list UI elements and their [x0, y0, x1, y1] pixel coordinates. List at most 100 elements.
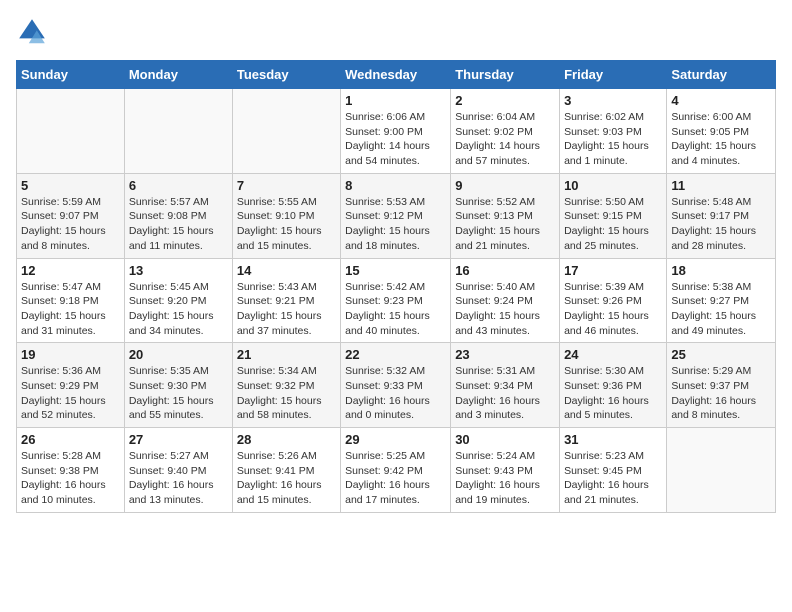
- day-number: 22: [345, 347, 446, 362]
- day-number: 1: [345, 93, 446, 108]
- day-info: Sunrise: 5:47 AMSunset: 9:18 PMDaylight:…: [21, 280, 120, 339]
- day-number: 30: [455, 432, 555, 447]
- calendar-cell: [667, 428, 776, 513]
- day-number: 25: [671, 347, 771, 362]
- calendar-cell: 8Sunrise: 5:53 AMSunset: 9:12 PMDaylight…: [341, 173, 451, 258]
- day-info: Sunrise: 5:59 AMSunset: 9:07 PMDaylight:…: [21, 195, 120, 254]
- day-info: Sunrise: 5:30 AMSunset: 9:36 PMDaylight:…: [564, 364, 662, 423]
- day-number: 19: [21, 347, 120, 362]
- day-info: Sunrise: 5:53 AMSunset: 9:12 PMDaylight:…: [345, 195, 446, 254]
- day-info: Sunrise: 5:50 AMSunset: 9:15 PMDaylight:…: [564, 195, 662, 254]
- calendar-cell: 14Sunrise: 5:43 AMSunset: 9:21 PMDayligh…: [232, 258, 340, 343]
- day-info: Sunrise: 5:29 AMSunset: 9:37 PMDaylight:…: [671, 364, 771, 423]
- calendar-cell: 30 Sunrise: 5:24 AMSunset: 9:43 PMDayligh…: [451, 428, 560, 513]
- calendar-cell: 25 Sunrise: 5:29 AMSunset: 9:37 PMDayligh…: [667, 343, 776, 428]
- calendar-cell: 12 Sunrise: 5:47 AMSunset: 9:18 PMDayligh…: [17, 258, 125, 343]
- calendar-cell: 31 Sunrise: 5:23 AMSunset: 9:45 PMDayligh…: [560, 428, 667, 513]
- day-number: 23: [455, 347, 555, 362]
- page-header: [16, 16, 776, 48]
- calendar-week-2: 5 Sunrise: 5:59 AMSunset: 9:07 PMDaylight…: [17, 173, 776, 258]
- calendar-week-1: 1Sunrise: 6:06 AMSunset: 9:00 PMDaylight…: [17, 89, 776, 174]
- day-number: 2: [455, 93, 555, 108]
- day-number: 9: [455, 178, 555, 193]
- calendar-cell: 27Sunrise: 5:27 AMSunset: 9:40 PMDayligh…: [124, 428, 232, 513]
- calendar-cell: 15 Sunrise: 5:42 AMSunset: 9:23 PMDayligh…: [341, 258, 451, 343]
- day-number: 20: [129, 347, 228, 362]
- calendar-table: SundayMondayTuesdayWednesdayThursdayFrid…: [16, 60, 776, 513]
- day-number: 29: [345, 432, 446, 447]
- calendar-cell: 22Sunrise: 5:32 AMSunset: 9:33 PMDayligh…: [341, 343, 451, 428]
- calendar-cell: 11 Sunrise: 5:48 AMSunset: 9:17 PMDayligh…: [667, 173, 776, 258]
- calendar-week-5: 26 Sunrise: 5:28 AMSunset: 9:38 PMDayligh…: [17, 428, 776, 513]
- day-number: 10: [564, 178, 662, 193]
- day-info: Sunrise: 5:34 AMSunset: 9:32 PMDaylight:…: [237, 364, 336, 423]
- day-number: 18: [671, 263, 771, 278]
- day-number: 26: [21, 432, 120, 447]
- calendar-cell: 4 Sunrise: 6:00 AMSunset: 9:05 PMDaylight…: [667, 89, 776, 174]
- day-info: Sunrise: 5:52 AMSunset: 9:13 PMDaylight:…: [455, 195, 555, 254]
- calendar-cell: [232, 89, 340, 174]
- calendar-cell: 2 Sunrise: 6:04 AMSunset: 9:02 PMDaylight…: [451, 89, 560, 174]
- day-info: Sunrise: 5:24 AMSunset: 9:43 PMDaylight:…: [455, 449, 555, 508]
- calendar-week-3: 12 Sunrise: 5:47 AMSunset: 9:18 PMDayligh…: [17, 258, 776, 343]
- day-number: 12: [21, 263, 120, 278]
- day-number: 16: [455, 263, 555, 278]
- day-number: 11: [671, 178, 771, 193]
- day-info: Sunrise: 5:55 AMSunset: 9:10 PMDaylight:…: [237, 195, 336, 254]
- day-number: 31: [564, 432, 662, 447]
- calendar-cell: 20 Sunrise: 5:35 AMSunset: 9:30 PMDayligh…: [124, 343, 232, 428]
- day-info: Sunrise: 5:48 AMSunset: 9:17 PMDaylight:…: [671, 195, 771, 254]
- day-info: Sunrise: 5:35 AMSunset: 9:30 PMDaylight:…: [129, 364, 228, 423]
- logo: [16, 16, 52, 48]
- day-info: Sunrise: 6:04 AMSunset: 9:02 PMDaylight:…: [455, 110, 555, 169]
- day-info: Sunrise: 6:02 AMSunset: 9:03 PMDaylight:…: [564, 110, 662, 169]
- calendar-cell: [124, 89, 232, 174]
- calendar-cell: 13 Sunrise: 5:45 AMSunset: 9:20 PMDayligh…: [124, 258, 232, 343]
- calendar-cell: 28 Sunrise: 5:26 AMSunset: 9:41 PMDayligh…: [232, 428, 340, 513]
- day-info: Sunrise: 5:45 AMSunset: 9:20 PMDaylight:…: [129, 280, 228, 339]
- day-info: Sunrise: 5:28 AMSunset: 9:38 PMDaylight:…: [21, 449, 120, 508]
- day-info: Sunrise: 5:27 AMSunset: 9:40 PMDaylight:…: [129, 449, 228, 508]
- day-info: Sunrise: 5:26 AMSunset: 9:41 PMDaylight:…: [237, 449, 336, 508]
- day-info: Sunrise: 5:40 AMSunset: 9:24 PMDaylight:…: [455, 280, 555, 339]
- calendar-cell: 18Sunrise: 5:38 AMSunset: 9:27 PMDayligh…: [667, 258, 776, 343]
- day-number: 17: [564, 263, 662, 278]
- logo-icon: [16, 16, 48, 48]
- day-header-sunday: Sunday: [17, 61, 125, 89]
- day-number: 15: [345, 263, 446, 278]
- calendar-cell: 29 Sunrise: 5:25 AMSunset: 9:42 PMDayligh…: [341, 428, 451, 513]
- day-header-tuesday: Tuesday: [232, 61, 340, 89]
- day-info: Sunrise: 5:42 AMSunset: 9:23 PMDaylight:…: [345, 280, 446, 339]
- calendar-cell: 6 Sunrise: 5:57 AMSunset: 9:08 PMDaylight…: [124, 173, 232, 258]
- calendar-cell: 7 Sunrise: 5:55 AMSunset: 9:10 PMDaylight…: [232, 173, 340, 258]
- day-info: Sunrise: 5:23 AMSunset: 9:45 PMDaylight:…: [564, 449, 662, 508]
- day-number: 4: [671, 93, 771, 108]
- day-number: 13: [129, 263, 228, 278]
- day-number: 6: [129, 178, 228, 193]
- day-info: Sunrise: 5:36 AMSunset: 9:29 PMDaylight:…: [21, 364, 120, 423]
- calendar-cell: [17, 89, 125, 174]
- calendar-cell: 5 Sunrise: 5:59 AMSunset: 9:07 PMDaylight…: [17, 173, 125, 258]
- calendar-cell: 10 Sunrise: 5:50 AMSunset: 9:15 PMDayligh…: [560, 173, 667, 258]
- day-header-wednesday: Wednesday: [341, 61, 451, 89]
- calendar-cell: 17 Sunrise: 5:39 AMSunset: 9:26 PMDayligh…: [560, 258, 667, 343]
- day-header-monday: Monday: [124, 61, 232, 89]
- day-info: Sunrise: 5:39 AMSunset: 9:26 PMDaylight:…: [564, 280, 662, 339]
- calendar-header-row: SundayMondayTuesdayWednesdayThursdayFrid…: [17, 61, 776, 89]
- calendar-cell: 23 Sunrise: 5:31 AMSunset: 9:34 PMDayligh…: [451, 343, 560, 428]
- day-header-thursday: Thursday: [451, 61, 560, 89]
- calendar-cell: 21Sunrise: 5:34 AMSunset: 9:32 PMDayligh…: [232, 343, 340, 428]
- calendar-cell: 19 Sunrise: 5:36 AMSunset: 9:29 PMDayligh…: [17, 343, 125, 428]
- day-number: 5: [21, 178, 120, 193]
- day-info: Sunrise: 5:43 AMSunset: 9:21 PMDaylight:…: [237, 280, 336, 339]
- day-info: Sunrise: 5:57 AMSunset: 9:08 PMDaylight:…: [129, 195, 228, 254]
- day-info: Sunrise: 6:00 AMSunset: 9:05 PMDaylight:…: [671, 110, 771, 169]
- day-info: Sunrise: 5:25 AMSunset: 9:42 PMDaylight:…: [345, 449, 446, 508]
- day-info: Sunrise: 5:31 AMSunset: 9:34 PMDaylight:…: [455, 364, 555, 423]
- calendar-week-4: 19 Sunrise: 5:36 AMSunset: 9:29 PMDayligh…: [17, 343, 776, 428]
- day-number: 7: [237, 178, 336, 193]
- calendar-cell: 26 Sunrise: 5:28 AMSunset: 9:38 PMDayligh…: [17, 428, 125, 513]
- day-header-saturday: Saturday: [667, 61, 776, 89]
- day-number: 24: [564, 347, 662, 362]
- day-number: 28: [237, 432, 336, 447]
